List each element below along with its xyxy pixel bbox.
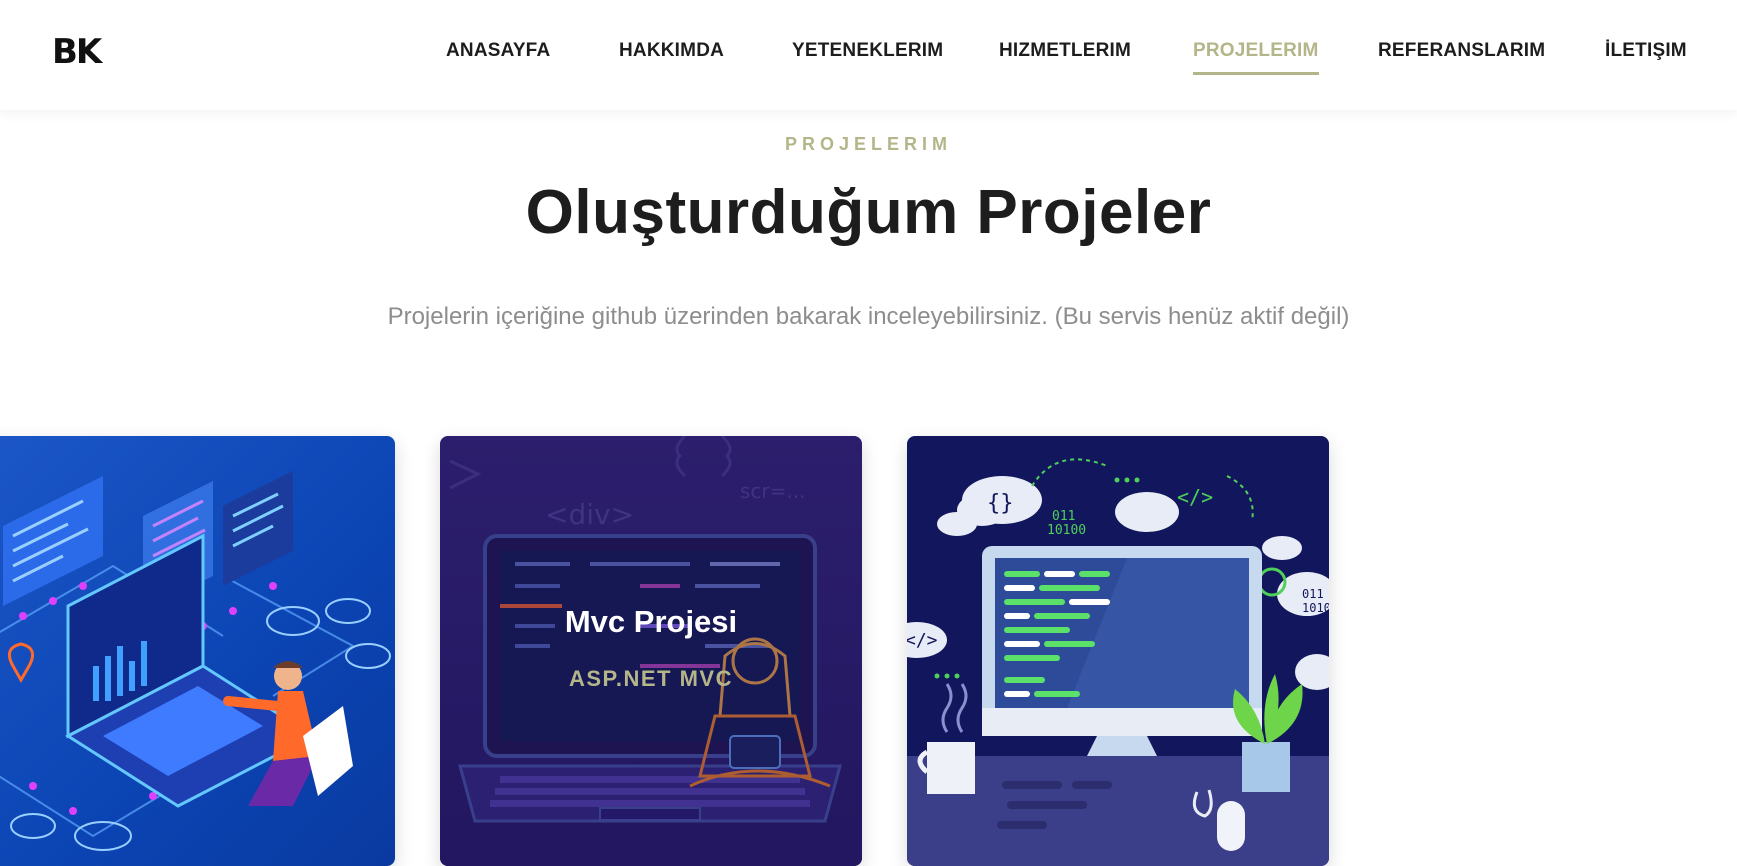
section-kicker: PROJELERIM xyxy=(784,134,953,154)
svg-text:</>: </> xyxy=(1177,485,1213,509)
project-card-3[interactable]: {} 011 10100 </> 011 10100 </> xyxy=(907,436,1329,866)
svg-text:{}: {} xyxy=(987,491,1014,516)
project-card-2[interactable]: <div> scr=... Mvc Projesi ASP.NET MVC xyxy=(440,436,862,866)
project-card-title[interactable]: Mvc Projesi xyxy=(440,604,862,640)
nav-item-hakkimda[interactable]: HAKKIMDA xyxy=(619,40,724,62)
main-nav: ANASAYFA HAKKIMDA YETENEKLERIM HIZMETLER… xyxy=(0,40,1737,80)
isometric-laptop-illustration xyxy=(0,471,391,851)
nav-item-iletisim[interactable]: İLETIŞIM xyxy=(1605,40,1687,62)
project-card-1[interactable] xyxy=(0,436,395,866)
svg-text:10100: 10100 xyxy=(1047,523,1086,538)
nav-item-referanslarim[interactable]: REFERANSLARIM xyxy=(1378,40,1545,62)
active-nav-underline xyxy=(1193,72,1319,75)
nav-item-projelerim[interactable]: PROJELERIM xyxy=(1193,40,1319,75)
svg-text:011: 011 xyxy=(1302,587,1324,601)
nav-item-projelerim-label: PROJELERIM xyxy=(1193,40,1319,61)
svg-text:10100: 10100 xyxy=(1302,601,1329,615)
nav-item-hizmetlerim[interactable]: HIZMETLERIM xyxy=(999,40,1131,62)
site-header: BK ANASAYFA HAKKIMDA YETENEKLERIM HIZMET… xyxy=(0,0,1737,110)
nav-item-yeteneklerim[interactable]: YETENEKLERIM xyxy=(792,40,943,62)
nav-item-anasayfa[interactable]: ANASAYFA xyxy=(446,40,550,62)
section-title: Oluşturduğum Projeler xyxy=(525,178,1212,247)
card-hover-overlay xyxy=(440,436,862,866)
svg-text:</>: </> xyxy=(907,630,938,651)
project-card-tag: ASP.NET MVC xyxy=(568,666,733,691)
desktop-cloud-code-illustration: {} 011 10100 </> 011 10100 </> xyxy=(907,458,1329,866)
svg-text:011: 011 xyxy=(1052,509,1075,524)
section-subtitle: Projelerin içeriğine github üzerinden ba… xyxy=(387,303,1350,330)
